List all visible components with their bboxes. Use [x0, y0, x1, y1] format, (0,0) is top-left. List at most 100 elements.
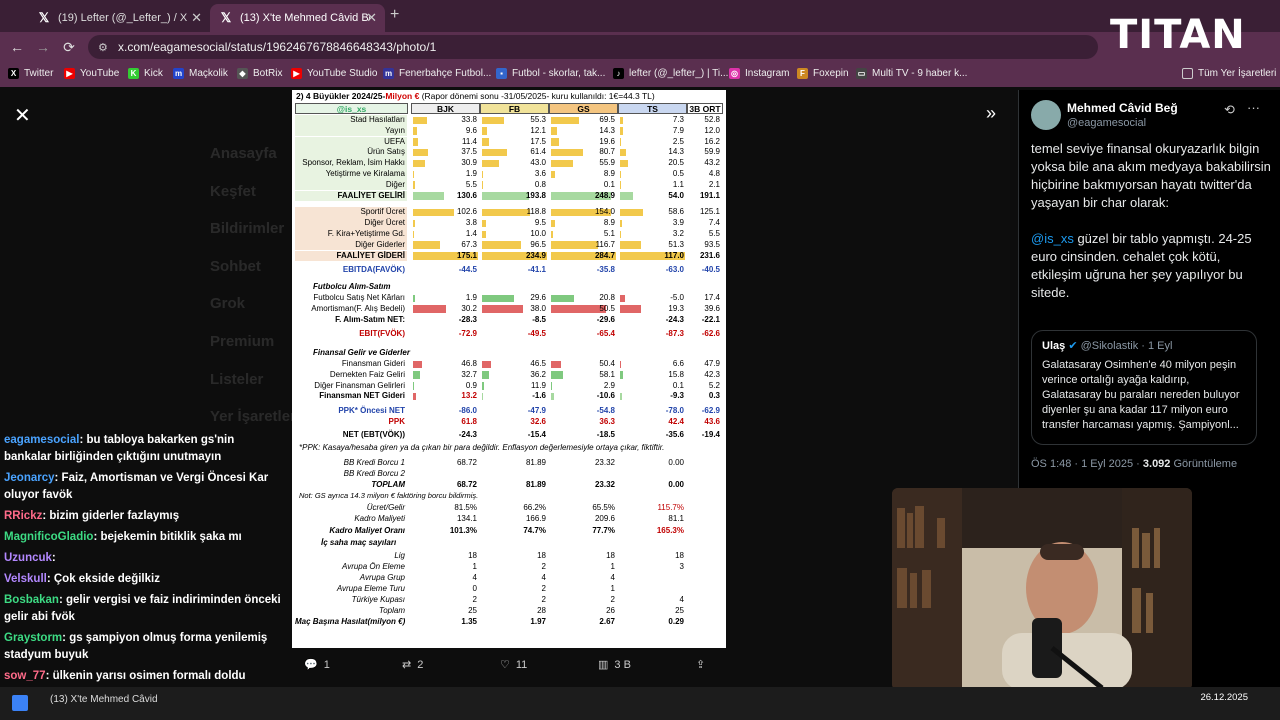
- reload-icon[interactable]: ⟳: [56, 39, 82, 56]
- tab-lefter[interactable]: 𝕏 (19) Lefter (@_Lefter_) / X ✕: [28, 4, 210, 32]
- tweet-photo[interactable]: 2) 4 Büyükler 2024/25-Milyon € (Rapor dö…: [292, 90, 726, 648]
- cell-value: 2.1: [708, 179, 720, 189]
- row-label: UEFA: [295, 136, 407, 148]
- close-tab-icon[interactable]: ✕: [366, 10, 377, 26]
- cell-value: 116.7: [595, 239, 615, 249]
- cell-value: 55.3: [530, 115, 546, 124]
- cell-value: 0.29: [668, 617, 684, 627]
- cell-value: 154.0: [594, 207, 615, 217]
- chat-username[interactable]: Velskull: [4, 573, 47, 585]
- bookmark-botrix[interactable]: ◆ BotRix: [237, 68, 282, 79]
- close-tab-icon[interactable]: ✕: [191, 10, 202, 26]
- cell-value: 2: [541, 584, 546, 594]
- chat-username[interactable]: MagnificoGladio: [4, 531, 93, 543]
- title-suffix: (Rapor dönemi sonu -31/05/2025- kuru kul…: [419, 91, 655, 101]
- bookmark-multitv[interactable]: ▭ Multi TV - 9 haber k...: [856, 68, 967, 79]
- cell-value: 2: [541, 595, 546, 605]
- kick-icon: K: [128, 68, 139, 79]
- row-label: Futbolcu Satış Net Kârları: [295, 293, 407, 304]
- table-row: Dernekten Faiz Geliri 32.7 36.2 58.1 15.8 42.…: [295, 369, 723, 381]
- cell-value: 2.5: [672, 136, 684, 146]
- chat-username[interactable]: RRickz: [4, 510, 42, 522]
- cell-value: 1.4: [465, 229, 477, 238]
- cell-value: 28: [537, 606, 546, 616]
- more-icon[interactable]: ···: [1247, 100, 1260, 115]
- table-row: Futbolcu Satış Net Kârları 1.9 29.6 20.8 -5.…: [295, 293, 723, 304]
- bookmark-futbol[interactable]: ▪ Futbol - skorlar, tak...: [496, 68, 605, 79]
- chat-text: : ülkenin yarısı osimen formalı doldu: [45, 670, 246, 682]
- bookmark-youtube-studio[interactable]: ▶ YouTube Studio: [291, 68, 377, 79]
- folder-icon: [1182, 68, 1193, 79]
- table-row: Finansman NET Gideri 13.2 -1.6 -10.6 -9.3 0.3: [295, 391, 723, 402]
- address-bar[interactable]: ⚙ x.com/eagamesocial/status/196246767884…: [88, 35, 1098, 59]
- forward-icon[interactable]: →: [30, 39, 56, 55]
- cell-value: -72.9: [458, 329, 477, 339]
- mention-link[interactable]: @is_xs: [1031, 231, 1074, 246]
- cell-value: 4: [541, 573, 546, 583]
- retweet-button[interactable]: ⇄ 2: [402, 658, 423, 672]
- instagram-icon: ◎: [729, 68, 740, 79]
- bookmark-fenerbahce[interactable]: m Fenerbahçe Futbol...: [383, 68, 491, 79]
- author-handle[interactable]: @eagamesocial: [1067, 117, 1146, 129]
- row-label: Sponsor, Reklam, İsim Hakkı: [295, 158, 407, 169]
- screen: 𝕏 (19) Lefter (@_Lefter_) / X ✕ 𝕏 (13) X…: [0, 0, 1280, 720]
- chat-username[interactable]: eagamesocial: [4, 434, 79, 446]
- cell-value: 69.5: [599, 115, 615, 124]
- author-name[interactable]: Mehmed Câvid Beğ: [1067, 101, 1178, 115]
- bookmark-twitter[interactable]: X Twitter: [8, 68, 53, 79]
- row-label: Avrupa Ön Eleme: [342, 562, 405, 572]
- chat-username[interactable]: Uzuncuk: [4, 552, 52, 564]
- chat-username[interactable]: sow_77: [4, 670, 46, 682]
- cell-value: -49.5: [527, 329, 546, 339]
- taskbar-browser[interactable]: (13) X'te Mehmed Câvid: [50, 694, 158, 705]
- tab-tweet[interactable]: 𝕏 (13) X'te Mehmed Câvid Beğ: "t ✕: [210, 4, 385, 32]
- chat-username[interactable]: Graystorm: [4, 632, 62, 644]
- chat-text: :: [51, 552, 56, 564]
- bookmark-tiktok[interactable]: ♪ lefter (@_lefter_) | Ti...: [613, 68, 728, 79]
- avatar[interactable]: [1031, 100, 1061, 130]
- cell-value: 117.0: [664, 250, 684, 260]
- table-row: BB Kredi Borcu 1 68.72 81.89 23.32 0.00: [295, 457, 723, 468]
- close-photo-icon[interactable]: ✕: [14, 103, 31, 128]
- bookmark-youtube[interactable]: ▶ YouTube: [64, 68, 119, 79]
- nav-bar: ← → ⟳ ⚙ x.com/eagamesocial/status/196246…: [0, 32, 1280, 62]
- cell-value: 55.9: [599, 158, 615, 168]
- bookmark-mackolik[interactable]: m Maçkolik: [173, 68, 228, 79]
- row-label: Kadro Maliyet Oranı: [329, 525, 405, 535]
- new-tab-icon[interactable]: +: [390, 6, 399, 24]
- views-button[interactable]: ▥ 3 B: [598, 658, 631, 672]
- all-bookmarks[interactable]: Tüm Yer İşaretleri: [1182, 68, 1276, 79]
- bookmark-kick[interactable]: K Kick: [128, 68, 163, 79]
- cell-value: -54.8: [596, 406, 615, 416]
- row-label: Diğer Giderler: [295, 239, 407, 251]
- cell-value: 102.6: [456, 207, 477, 217]
- grok-icon[interactable]: ⟲: [1224, 102, 1235, 118]
- row-label: TOPLAM: [371, 479, 405, 489]
- row-label: BB Kredi Borcu 2: [343, 468, 405, 478]
- chat-username[interactable]: Bosbakan: [4, 594, 59, 606]
- quoted-tweet[interactable]: Ulaş ✔ @Sikolastik · 1 Eyl Galatasaray O…: [1031, 330, 1257, 445]
- url-text: x.com/eagamesocial/status/19624676788466…: [118, 40, 437, 54]
- cell-value: 14.3: [599, 125, 615, 135]
- chat-username[interactable]: Jeonarcy: [4, 472, 55, 484]
- reply-button[interactable]: 💬 1: [304, 658, 330, 672]
- site-info-icon[interactable]: ⚙: [98, 41, 108, 54]
- like-button[interactable]: ♡ 11: [500, 658, 527, 672]
- cell-value: 30.2: [461, 303, 477, 313]
- cell-value: 234.9: [525, 250, 546, 260]
- cell-value: 17.5: [530, 136, 546, 146]
- start-icon[interactable]: [12, 695, 28, 711]
- expand-panel-icon[interactable]: »: [986, 103, 996, 124]
- cell-value: 1.97: [530, 617, 546, 627]
- cell-value: 0: [472, 584, 477, 594]
- cell-value: 81.89: [525, 457, 546, 467]
- bookmark-instagram[interactable]: ◎ Instagram: [729, 68, 789, 79]
- back-icon[interactable]: ←: [4, 39, 30, 55]
- bookmark-foxepin[interactable]: F Foxepin: [797, 68, 849, 79]
- share-button[interactable]: ⇪: [696, 658, 705, 671]
- titan-logo: TITAN: [1110, 12, 1246, 58]
- column-header: 3B ORT: [687, 103, 723, 114]
- cell-value: 10.0: [530, 229, 546, 238]
- cell-value: 118.8: [526, 207, 546, 217]
- taskbar-clock[interactable]: 26.12.2025: [1200, 692, 1248, 704]
